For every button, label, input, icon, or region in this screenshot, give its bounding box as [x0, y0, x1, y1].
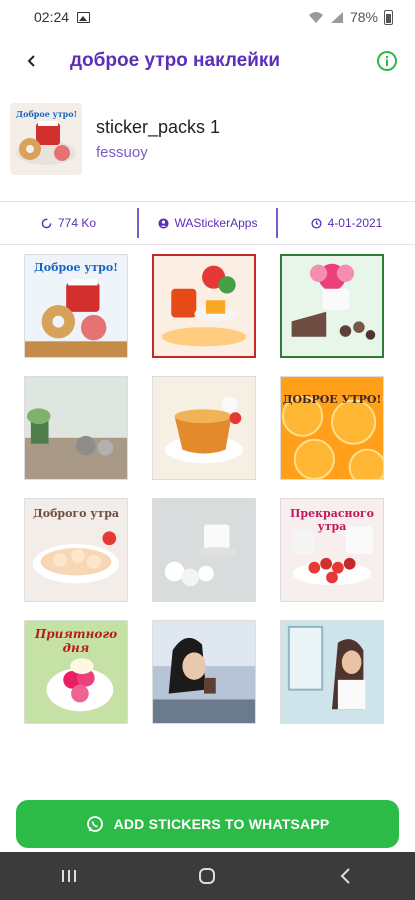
- pack-date: 4-01-2021: [327, 216, 383, 230]
- pack-header: Доброе утро! sticker_packs 1 fessuoy: [0, 96, 415, 182]
- sticker-caption: Доброе утро!: [33, 261, 119, 274]
- pack-publisher: WAStickerApps: [174, 216, 258, 230]
- sticker-caption: Доброго утра: [32, 507, 120, 520]
- sticker-item[interactable]: Приятного дня: [24, 620, 128, 724]
- sticker-item[interactable]: [152, 376, 256, 480]
- page-title: доброе утро наклейки: [70, 50, 281, 71]
- sticker-item[interactable]: [280, 254, 384, 358]
- home-icon: [199, 868, 216, 884]
- sticker-caption: Прекрасного утра: [289, 507, 374, 533]
- wifi-icon: [308, 11, 323, 23]
- recent-apps-icon: [62, 870, 77, 882]
- sticker-item[interactable]: Прекрасного утра: [280, 498, 384, 602]
- sticker-item[interactable]: Доброго утра: [24, 498, 128, 602]
- chevron-left-icon: [340, 868, 350, 884]
- battery-icon: [384, 9, 393, 25]
- date-info: 4-01-2021: [276, 208, 415, 238]
- pack-author[interactable]: fessuoy: [96, 144, 220, 161]
- pack-thumbnail: Доброе утро!: [10, 103, 82, 175]
- publisher-info: WAStickerApps: [137, 208, 276, 238]
- recent-apps-button[interactable]: [39, 856, 99, 896]
- whatsapp-icon: [86, 816, 103, 832]
- size-info: 774 Ko: [0, 208, 137, 238]
- system-back-button[interactable]: [316, 856, 376, 896]
- person-icon: [157, 217, 169, 229]
- add-to-whatsapp-button[interactable]: ADD STICKERS TO WHATSAPP: [16, 800, 399, 848]
- sticker-item[interactable]: [152, 620, 256, 724]
- status-time: 02:24: [34, 9, 70, 25]
- sticker-item[interactable]: Доброе утро!: [24, 254, 128, 358]
- info-circle-icon: [377, 51, 397, 71]
- system-nav-bar: [0, 852, 415, 900]
- sticker-caption: ДОБРОЕ УТРО!: [282, 393, 382, 406]
- signal-icon: [330, 11, 343, 23]
- back-button[interactable]: [12, 41, 52, 81]
- sticker-item[interactable]: [24, 376, 128, 480]
- clock-icon: [311, 217, 322, 229]
- sticker-item[interactable]: ДОБРОЕ УТРО!: [280, 376, 384, 480]
- pack-size: 774 Ko: [57, 216, 97, 230]
- image-notification-icon: [77, 11, 91, 23]
- home-button[interactable]: [177, 856, 237, 896]
- pack-info-bar: 774 Ko WAStickerApps 4-01-2021: [0, 201, 415, 245]
- pack-name: sticker_packs 1: [96, 117, 221, 137]
- sticker-item[interactable]: [280, 620, 384, 724]
- sticker-item[interactable]: [152, 254, 256, 358]
- app-bar: доброе утро наклейки: [0, 34, 415, 88]
- arrow-back-icon: [27, 55, 35, 67]
- svg-text:Доброе утро!: Доброе утро!: [16, 109, 77, 119]
- sticker-caption: Приятного дня: [34, 627, 118, 655]
- battery-percent: 78%: [349, 9, 378, 25]
- sticker-item[interactable]: [152, 498, 256, 602]
- info-button[interactable]: [367, 41, 407, 81]
- add-to-whatsapp-label: ADD STICKERS TO WHATSAPP: [113, 816, 330, 832]
- refresh-icon: [41, 218, 52, 228]
- sticker-grid: Доброе утро! ДОБРОЕ УТРО! Доброго утра П…: [0, 254, 415, 724]
- status-bar: 02:24 78%: [0, 0, 415, 34]
